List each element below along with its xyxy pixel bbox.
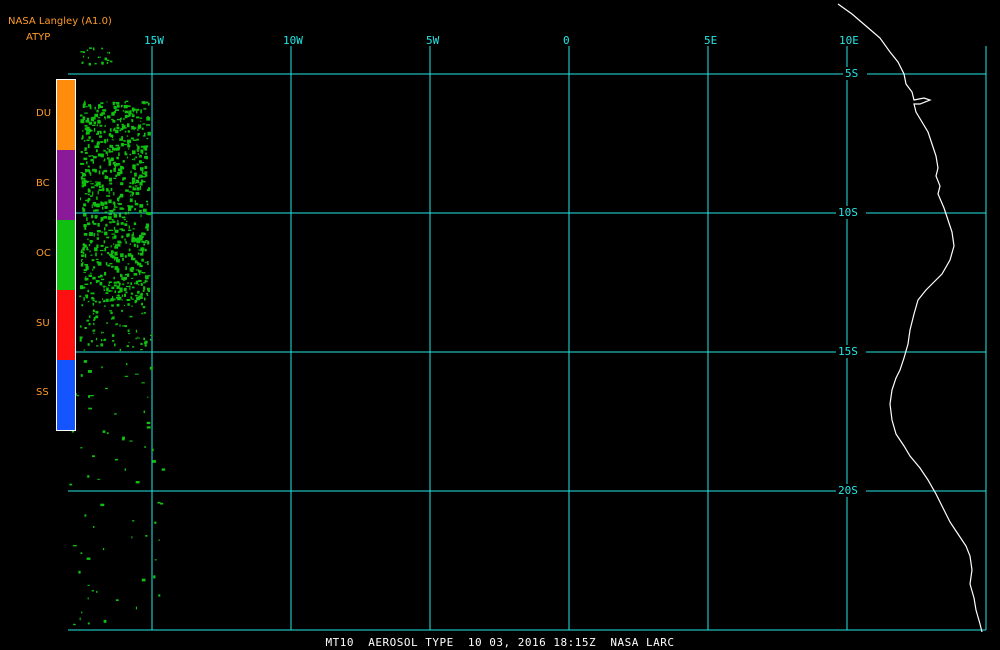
lon-label-10e: 10E (839, 34, 859, 47)
coastline (837, 3, 983, 633)
lat-label-15s: 15S (838, 345, 858, 358)
legend-swatch-ss (57, 360, 75, 430)
product-label: ATYP (26, 32, 51, 43)
lon-label-10w: 10W (283, 34, 303, 47)
legend-label-bc: BC (36, 178, 50, 189)
source-label: NASA Langley (A1.0) (8, 16, 112, 27)
lat-label-5s: 5S (845, 67, 858, 80)
lat-label-10s: 10S (838, 206, 858, 219)
legend-label-ss: SS (36, 387, 49, 398)
lon-label-0: 0 (563, 34, 570, 47)
lat-label-20s: 20S (838, 484, 858, 497)
legend-label-oc: OC (36, 248, 51, 259)
legend-swatch-su (57, 290, 75, 360)
legend-label-du: DU (36, 108, 52, 119)
map-canvas[interactable]: 15W 10W 5W 0 5E 10E 5S 10S 15S 20S (0, 0, 1000, 650)
aerosol-pixels (69, 47, 166, 626)
lat-lon-grid (68, 46, 987, 631)
legend-swatch-bc (57, 150, 75, 220)
latitude-labels: 5S 10S 15S 20S (836, 67, 867, 497)
legend-swatch-du (57, 80, 75, 150)
lon-label-5e: 5E (704, 34, 717, 47)
image-caption: MT10 AEROSOL TYPE 10 03, 2016 18:15Z NAS… (325, 636, 675, 649)
aerosol-type-legend (56, 79, 76, 431)
longitude-labels: 15W 10W 5W 0 5E 10E (144, 34, 859, 47)
legend-label-su: SU (36, 318, 50, 329)
lon-label-5w: 5W (426, 34, 440, 47)
legend-swatch-oc (57, 220, 75, 290)
lon-label-15w: 15W (144, 34, 164, 47)
